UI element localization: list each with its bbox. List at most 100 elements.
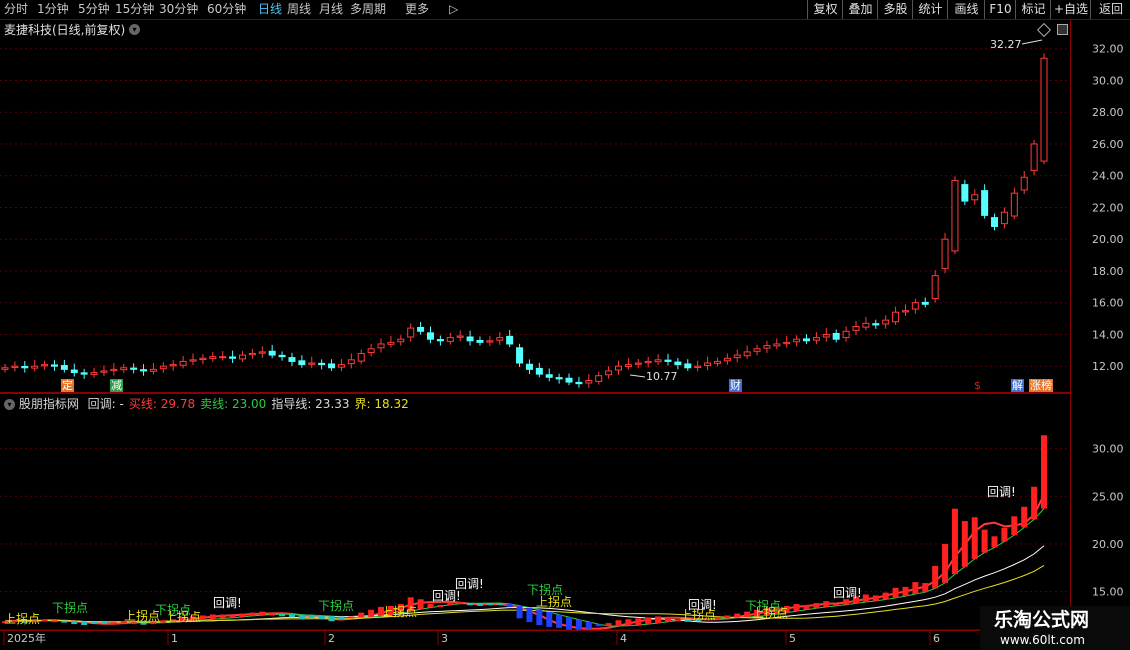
indicator-bar [51,620,58,623]
event-marker-5[interactable]: 涨榜 [1029,379,1053,392]
annotation-up-turn: 上拐点 [680,607,716,622]
indicator-bar [219,614,226,619]
indicator-bar [823,601,830,607]
indicator-bar [437,604,444,607]
indicator-bar [71,621,78,625]
annotation-callback: 回调! [833,586,862,600]
indicator-bar [338,616,345,620]
indicator-bar [585,621,592,629]
x-axis-label: 6 [933,632,940,645]
annotation-callback: 回调! [432,589,461,603]
indicator-bar [991,536,998,548]
annotation-up-turn: 上拐点 [381,604,417,619]
indicator-bar [348,616,355,619]
indicator-bar [229,615,236,618]
event-marker-2[interactable]: 财 [729,379,742,392]
indicator-bar [843,599,850,605]
indicator-bar [625,619,632,626]
indicator-bar [536,609,543,625]
indicator-bar [1041,435,1047,509]
indicator-bar [239,613,246,617]
annotation-callback: 回调! [213,596,242,610]
indicator-bar [249,612,256,616]
indicator-bar [724,615,731,619]
indicator-bar [862,594,869,603]
indicator-bar [1021,506,1028,528]
annotation-up-turn: 上拐点 [165,609,201,624]
event-marker-4[interactable]: 解 [1011,379,1024,392]
indicator-bar [110,622,117,625]
indicator-bar [1011,516,1018,535]
indicator-bar [506,603,513,607]
indicator-bar [1031,486,1038,520]
indicator-bar [516,605,523,619]
watermark-title: 乐淘公式网 [994,609,1090,631]
indicator-bar [100,621,107,624]
annotation-down-turn: 下拐点 [52,600,88,615]
indicator-bar [279,614,286,617]
annotation-down-turn: 下拐点 [318,598,354,613]
indicator-bar [803,604,810,610]
annotation-up-turn: 上拐点 [536,594,572,609]
indicator-bar [734,613,741,618]
indicator-bar [961,521,968,567]
indicator-bar [328,616,335,622]
indicator-bar [833,604,840,607]
x-axis-label: 1 [171,632,178,645]
indicator-bar [942,543,949,583]
event-marker-0[interactable]: 定 [61,379,74,392]
indicator-bar [595,624,602,627]
indicator-bar [902,586,909,597]
indicator-y-tick: 30.00 [1092,443,1124,456]
indicator-bar [922,583,929,593]
indicator-bar [546,612,553,627]
indicator-bar [635,618,642,626]
indicator-bar [476,603,483,606]
annotation-callback: 回调! [987,485,1016,499]
indicator-bar [318,615,325,620]
indicator-bar [427,604,434,608]
indicator-bar [140,622,147,625]
indicator-bar [447,603,454,606]
indicator-bar [358,612,365,618]
indicator-bar [872,595,879,601]
indicator-bar [645,617,652,625]
indicator-bar [496,602,503,605]
indicator-bar [605,623,612,626]
event-marker-3[interactable]: $ [973,379,982,392]
indicator-bar [308,615,315,619]
indicator-y-tick: 25.00 [1092,490,1124,503]
annotation-callback: 回调! [455,577,484,591]
indicator-bar [575,619,582,631]
x-axis-label: 2025年 [7,631,46,645]
indicator-bar [417,599,424,610]
indicator-bar [951,508,958,575]
indicator-bar [269,613,276,616]
indicator-bar [61,620,68,623]
indicator-bar [1001,527,1008,542]
x-axis-label: 5 [789,632,796,645]
event-marker-1[interactable]: 减 [110,379,123,392]
indicator-bar [41,619,48,622]
indicator-bar [971,517,978,559]
indicator-y-tick: 15.00 [1092,586,1124,599]
watermark-url: www.60lt.com [1000,633,1085,647]
x-axis-label: 3 [441,632,448,645]
indicator-y-tick: 20.00 [1092,538,1124,551]
indicator-bar [615,620,622,627]
indicator-bar [793,604,800,612]
indicator-bar [892,587,899,598]
indicator-bar [81,621,88,625]
indicator-bar [566,617,573,630]
annotation-up-turn: 上拐点 [4,611,40,626]
annotation-up-turn: 上拐点 [124,608,160,623]
indicator-bar [91,621,98,625]
x-axis-label: 4 [620,632,627,645]
indicator-bar [981,529,988,553]
indicator-bar [556,614,563,628]
indicator-bar [259,611,266,616]
annotation-up-turn: 上拐点 [752,605,788,620]
indicator-bar [368,609,375,617]
indicator-bar [912,582,919,595]
indicator-bar [664,617,671,622]
